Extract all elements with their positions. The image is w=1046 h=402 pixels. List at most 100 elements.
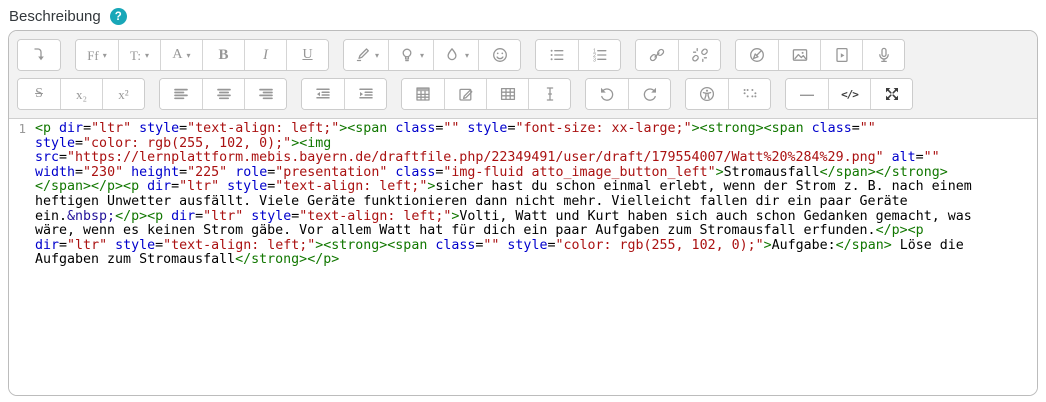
collapse-toolbar-icon [30, 46, 48, 64]
emoticon-button[interactable] [478, 40, 520, 70]
brush-icon [353, 46, 371, 64]
table-icon [499, 85, 517, 103]
code-text: <p dir="ltr" style="text-align: left;"><… [35, 122, 876, 137]
screenreader-helper-button[interactable] [728, 79, 770, 109]
subscript-icon: x₂ [76, 88, 87, 101]
code-text: dir="ltr" style="text-align: left;"><str… [35, 239, 964, 254]
code-line: </span></p><p dir="ltr" style="text-alig… [9, 180, 1037, 195]
bold-button[interactable]: B [202, 40, 244, 70]
strikethrough-button[interactable]: S [18, 79, 60, 109]
dropdown-caret-icon: ▾ [420, 51, 424, 60]
font-color-button[interactable]: ▾ [433, 40, 478, 70]
code-line: style="color: rgb(255, 102, 0);"><img [9, 137, 1037, 152]
fullscreen-button[interactable] [870, 79, 912, 109]
drawing-button[interactable] [736, 40, 778, 70]
description-field-page: Beschreibung ? Ff▾T:▾A▾BIU▾▾▾123 Sx₂x²—<… [0, 0, 1046, 402]
dropdown-caret-icon: ▾ [145, 51, 149, 60]
line-number [9, 224, 35, 239]
align-left-icon [172, 85, 190, 103]
undo-button[interactable] [586, 79, 628, 109]
toolbar-group [401, 78, 571, 110]
line-number [9, 195, 35, 210]
indent-button[interactable] [344, 79, 386, 109]
dropdown-caret-icon: ▾ [465, 51, 469, 60]
line-number: 1 [9, 122, 35, 137]
code-line: ein.&nbsp;</p><p dir="ltr" style="text-a… [9, 210, 1037, 225]
code-line: width="230" height="225" role="presentat… [9, 166, 1037, 181]
indent-icon [357, 85, 375, 103]
table-button[interactable] [486, 79, 528, 109]
line-number [9, 151, 35, 166]
collapse-toolbar-button[interactable] [18, 40, 60, 70]
ordered-list-button[interactable]: 123 [578, 40, 620, 70]
code-text: </span></p><p dir="ltr" style="text-alig… [35, 180, 972, 195]
editor-toolbar: Ff▾T:▾A▾BIU▾▾▾123 Sx₂x²—</> [9, 31, 1037, 119]
toolbar-group: Sx₂ x² [17, 78, 145, 110]
font-family-button[interactable]: Ff▾ [76, 40, 118, 70]
insert-media-button[interactable] [820, 40, 862, 70]
code-text: width="230" height="225" role="presentat… [35, 166, 948, 181]
toolbar-group: ▾ ▾ ▾ [343, 39, 521, 71]
html-source-editor[interactable]: 1<p dir="ltr" style="text-align: left;">… [9, 119, 1037, 396]
unordered-list-icon [548, 46, 566, 64]
line-number [9, 210, 35, 225]
code-line: 1<p dir="ltr" style="text-align: left;">… [9, 122, 1037, 137]
link-button[interactable] [636, 40, 678, 70]
code-line: heftigen Unwetter ausfällt. Viele Geräte… [9, 195, 1037, 210]
field-header: Beschreibung ? [0, 0, 1046, 30]
underline-icon: U [302, 48, 312, 62]
toolbar-group [685, 78, 771, 110]
svg-text:3: 3 [593, 57, 596, 63]
record-audio-button[interactable] [862, 40, 904, 70]
outdent-icon [314, 85, 332, 103]
droplet-icon [443, 46, 461, 64]
math-formula-button[interactable] [402, 79, 444, 109]
toolbar-row-1: Ff▾T:▾A▾BIU▾▾▾123 [17, 39, 1029, 71]
emoticon-icon [491, 46, 509, 64]
code-text: wäre, wenn es keinen Strom gäbe. Vor all… [35, 224, 924, 239]
background-color-button[interactable]: ▾ [344, 40, 388, 70]
unordered-list-button[interactable] [536, 40, 578, 70]
highlight-color-button[interactable]: ▾ [388, 40, 433, 70]
bulb-icon [398, 46, 416, 64]
unlink-button[interactable] [678, 40, 720, 70]
toolbar-group [301, 78, 387, 110]
font-size-button[interactable]: T:▾ [118, 40, 160, 70]
atto-editor: Ff▾T:▾A▾BIU▾▾▾123 Sx₂x²—</> 1<p dir="ltr… [8, 30, 1038, 396]
redo-button[interactable] [628, 79, 670, 109]
dropdown-caret-icon: ▾ [375, 51, 379, 60]
align-center-icon [215, 85, 233, 103]
edit-formula-button[interactable] [444, 79, 486, 109]
hr-icon: — [800, 87, 814, 101]
text-cursor-button[interactable] [528, 79, 570, 109]
field-label: Beschreibung [9, 8, 101, 25]
horizontal-rule-button[interactable]: — [786, 79, 828, 109]
code-line: dir="ltr" style="text-align: left;"><str… [9, 239, 1037, 254]
code-text: Aufgaben zum Stromausfall</strong></p> [35, 253, 339, 268]
italic-button[interactable]: I [244, 40, 286, 70]
dropdown-caret-icon: ▾ [103, 51, 107, 60]
line-number [9, 137, 35, 152]
line-number [9, 166, 35, 181]
record-audio-icon [875, 46, 893, 64]
help-icon[interactable]: ? [110, 8, 127, 25]
align-right-button[interactable] [244, 79, 286, 109]
html-source-button[interactable]: </> [828, 79, 870, 109]
superscript-button[interactable]: x² [102, 79, 144, 109]
underline-button[interactable]: U [286, 40, 328, 70]
ordered-list-icon: 123 [591, 46, 609, 64]
paragraph-style-button[interactable]: A▾ [160, 40, 202, 70]
align-left-button[interactable] [160, 79, 202, 109]
toolbar-group [17, 39, 61, 71]
font-style-icon: A [172, 48, 182, 62]
align-center-button[interactable] [202, 79, 244, 109]
accessibility-checker-button[interactable] [686, 79, 728, 109]
toolbar-group [735, 39, 905, 71]
redo-icon [641, 85, 659, 103]
unlink-icon [691, 46, 709, 64]
insert-image-button[interactable] [778, 40, 820, 70]
outdent-button[interactable] [302, 79, 344, 109]
fullscreen-icon [883, 85, 901, 103]
subscript-button[interactable]: x₂ [60, 79, 102, 109]
undo-icon [598, 85, 616, 103]
